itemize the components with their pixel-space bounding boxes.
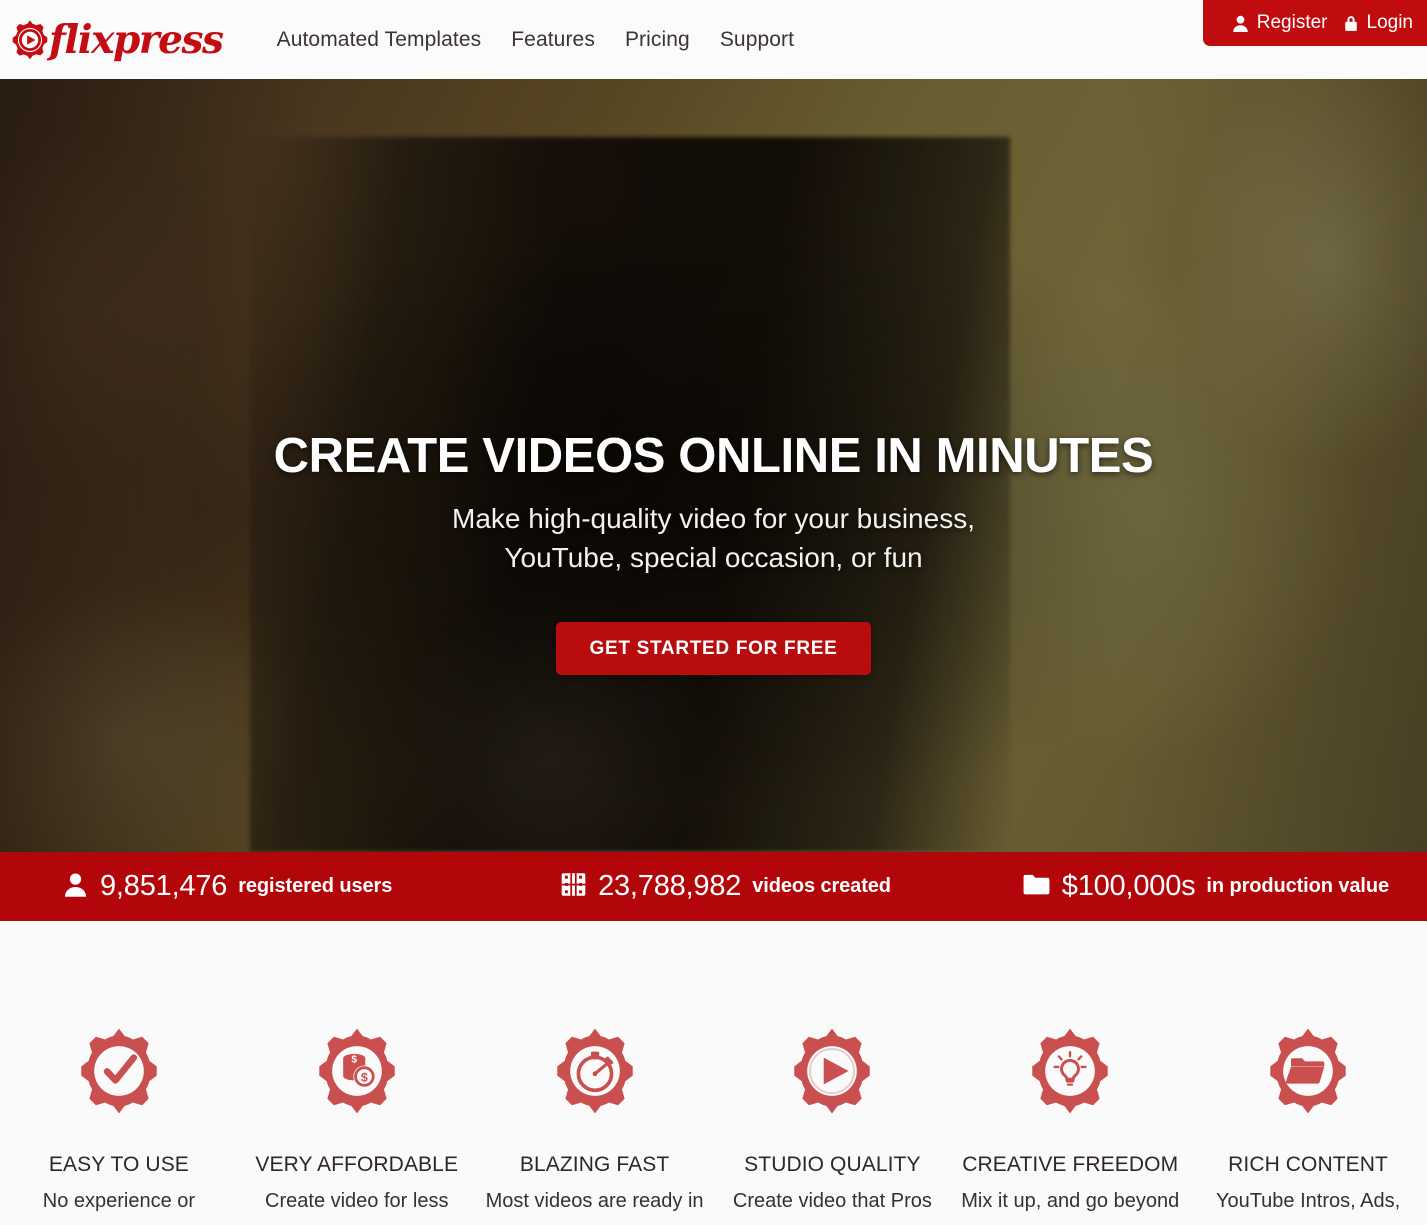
hero-section: CREATE VIDEOS ONLINE IN MINUTES Make hig…: [0, 79, 1427, 852]
main-navigation: Automated Templates Features Pricing Sup…: [275, 24, 796, 56]
features-section: EASY TO USE No experience or $ $ VERY AF…: [0, 921, 1427, 1215]
nav-automated-templates[interactable]: Automated Templates: [275, 24, 484, 56]
stat-registered-users: 9,851,476 registered users: [0, 870, 504, 903]
nav-support[interactable]: Support: [718, 24, 796, 56]
nav-features[interactable]: Features: [509, 24, 597, 56]
login-label: Login: [1366, 12, 1414, 33]
feature-blazing-fast[interactable]: BLAZING FAST Most videos are ready in: [476, 1025, 714, 1215]
brand-wordmark: flixpress: [49, 17, 224, 63]
stat-production-value: $100,000s in production value: [947, 870, 1427, 903]
get-started-button[interactable]: GET STARTED FOR FREE: [555, 622, 872, 676]
feature-title: STUDIO QUALITY: [744, 1153, 921, 1176]
gear-folder-icon: [1195, 1025, 1421, 1122]
feature-very-affordable[interactable]: $ $ VERY AFFORDABLE Create video for les…: [238, 1025, 476, 1215]
register-button[interactable]: Register: [1231, 12, 1328, 34]
film-icon: [560, 871, 587, 903]
stat-label: registered users: [238, 875, 393, 897]
feature-title: CREATIVE FREEDOM: [962, 1153, 1179, 1176]
svg-text:$: $: [361, 1070, 368, 1084]
stat-label: in production value: [1206, 875, 1389, 897]
brand-logo[interactable]: flixpress: [8, 16, 224, 64]
stat-videos-created: 23,788,982 videos created: [504, 870, 946, 903]
feature-description: Most videos are ready in: [485, 1190, 704, 1212]
stats-bar: 9,851,476 registered users 23,788,982 vi…: [0, 852, 1427, 921]
feature-title: EASY TO USE: [48, 1153, 189, 1176]
folder-icon: [1022, 872, 1051, 902]
feature-description: YouTube Intros, Ads,: [1215, 1190, 1401, 1212]
hero-subtitle: Make high-quality video for your busines…: [0, 500, 1427, 577]
stat-label: videos created: [752, 875, 891, 897]
gear-check-icon: [6, 1025, 232, 1122]
user-icon: [62, 871, 89, 903]
lock-icon: [1342, 14, 1360, 32]
gear-lightbulb-icon: [957, 1025, 1183, 1122]
gear-play-icon: [8, 18, 52, 62]
feature-studio-quality[interactable]: STUDIO QUALITY Create video that Pros: [713, 1025, 951, 1215]
login-button[interactable]: Login: [1342, 12, 1414, 34]
feature-title: VERY AFFORDABLE: [255, 1153, 459, 1176]
stat-value: 9,851,476: [100, 870, 228, 902]
account-bar: Register Login: [1202, 0, 1427, 46]
gear-coins-icon: $ $: [244, 1025, 470, 1122]
feature-easy-to-use[interactable]: EASY TO USE No experience or: [0, 1025, 238, 1215]
feature-description: No experience or: [42, 1190, 196, 1212]
hero-content: CREATE VIDEOS ONLINE IN MINUTES Make hig…: [0, 429, 1427, 676]
gear-stopwatch-icon: [482, 1025, 708, 1122]
feature-title: RICH CONTENT: [1228, 1153, 1388, 1176]
svg-text:$: $: [351, 1054, 357, 1065]
feature-rich-content[interactable]: RICH CONTENT YouTube Intros, Ads,: [1189, 1025, 1427, 1215]
user-icon: [1231, 14, 1250, 33]
stat-value: 23,788,982: [598, 870, 742, 902]
gear-play-icon: [719, 1025, 945, 1122]
hero-subtitle-line-1: Make high-quality video for your busines…: [452, 502, 975, 534]
feature-title: BLAZING FAST: [519, 1153, 670, 1176]
nav-pricing[interactable]: Pricing: [623, 24, 692, 56]
hero-subtitle-line-2: YouTube, special occasion, or fun: [504, 541, 923, 573]
site-header: flixpress Automated Templates Features P…: [0, 0, 1427, 79]
feature-description: Create video for less: [265, 1190, 449, 1212]
feature-creative-freedom[interactable]: CREATIVE FREEDOM Mix it up, and go beyon…: [951, 1025, 1189, 1215]
feature-description: Create video that Pros: [732, 1190, 932, 1212]
stat-value: $100,000s: [1061, 870, 1196, 902]
feature-description: Mix it up, and go beyond: [961, 1190, 1180, 1212]
register-label: Register: [1256, 12, 1328, 33]
hero-title: CREATE VIDEOS ONLINE IN MINUTES: [273, 429, 1154, 483]
